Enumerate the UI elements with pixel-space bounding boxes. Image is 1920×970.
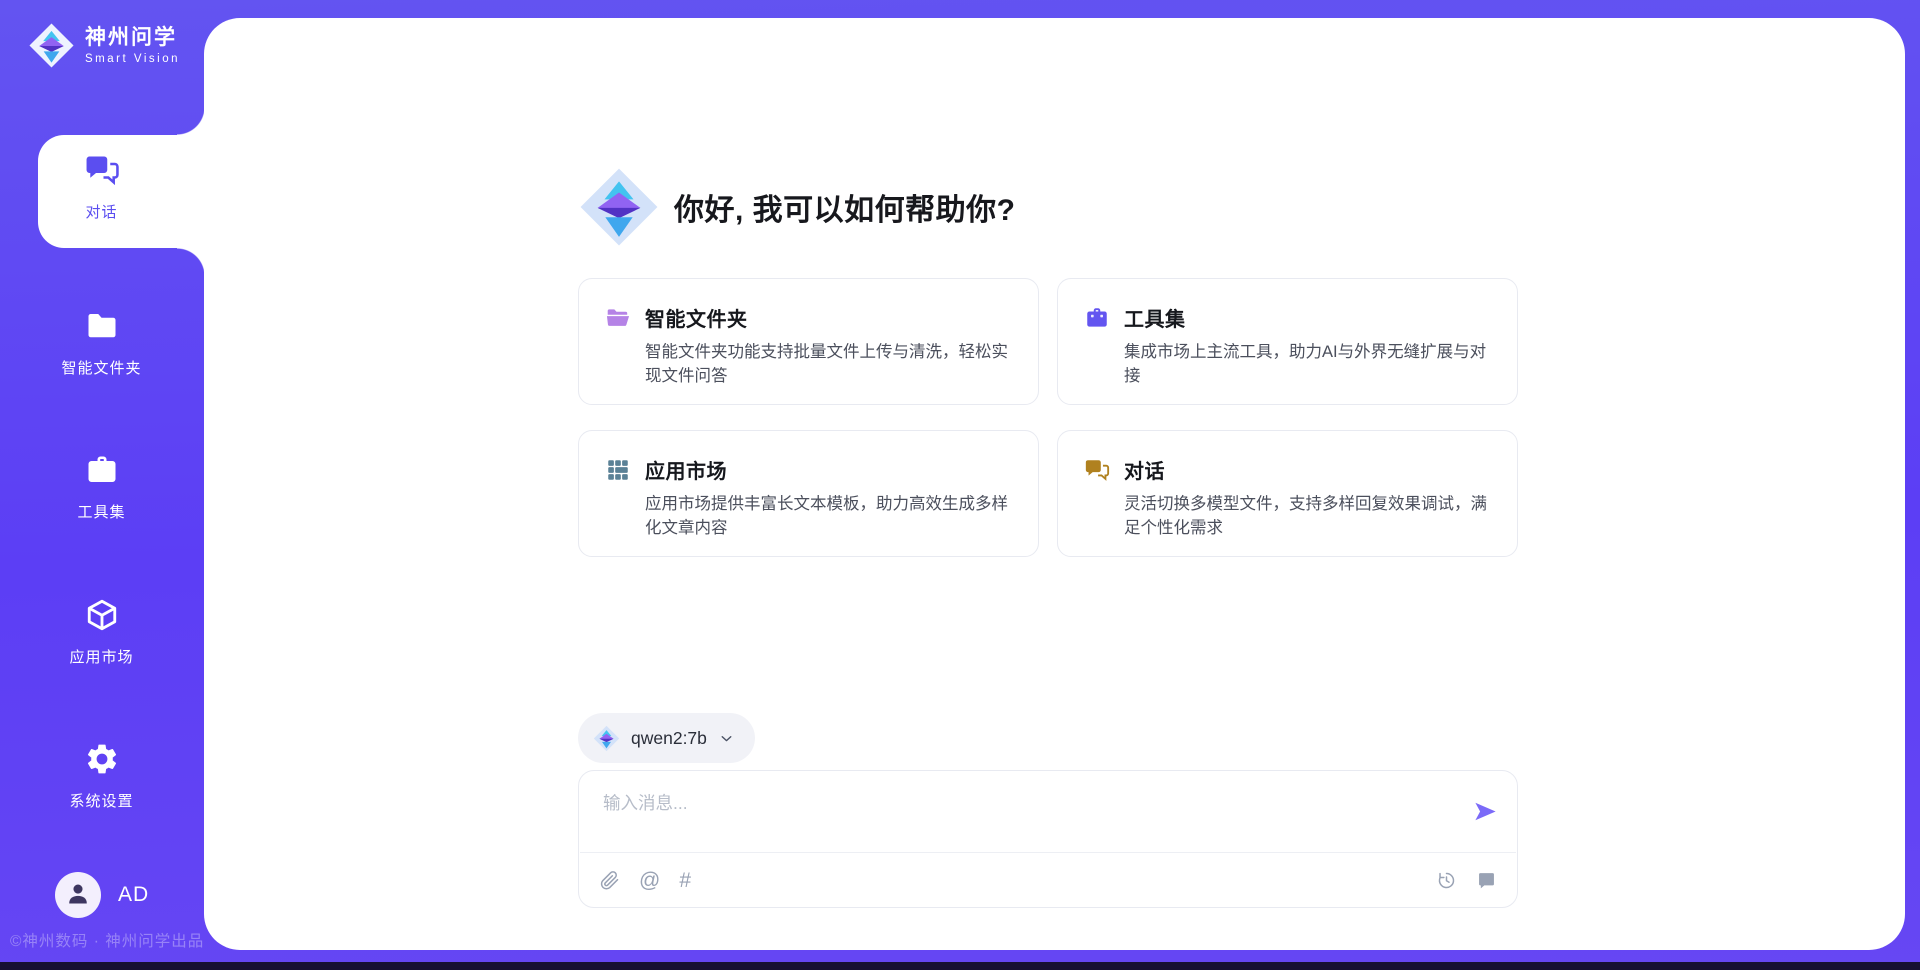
message-input[interactable] [601, 785, 1451, 821]
avatar [55, 872, 101, 918]
sidebar-item-chat[interactable]: 对话 [0, 152, 203, 222]
history-icon[interactable] [1436, 870, 1457, 891]
briefcase-icon [84, 475, 120, 492]
gear-icon [84, 764, 120, 781]
briefcase-icon [1084, 305, 1110, 331]
main-panel: 你好, 我可以如何帮助你? 智能文件夹 智能文件夹功能支持批量文件上传与清洗，轻… [204, 18, 1905, 950]
brand-diamond-icon [593, 725, 620, 752]
card-app-market[interactable]: 应用市场 应用市场提供丰富长文本模板，助力高效生成多样化文章内容 [578, 430, 1039, 557]
brand-diamond-icon [28, 22, 75, 69]
sidebar-item-label: 智能文件夹 [0, 357, 203, 378]
grid-icon [605, 457, 631, 483]
paperclip-icon[interactable] [599, 870, 620, 891]
copyright-footer: ©神州数码 · 神州问学出品 [10, 929, 204, 951]
card-title: 工具集 [1124, 303, 1186, 332]
at-icon[interactable]: @ [639, 870, 660, 891]
brand-name: 神州问学 [85, 26, 180, 50]
chat-icon [84, 175, 120, 192]
brand-diamond-icon [578, 166, 660, 248]
model-selector[interactable]: qwen2:7b [578, 713, 755, 763]
card-title: 对话 [1124, 455, 1165, 484]
card-description: 集成市场上主流工具，助力AI与外界无缝扩展与对接 [1084, 341, 1491, 389]
sidebar-item-app-market[interactable]: 应用市场 [0, 597, 203, 667]
card-description: 应用市场提供丰富长文本模板，助力高效生成多样化文章内容 [605, 493, 1012, 541]
sidebar-item-smart-folder[interactable]: 智能文件夹 [0, 308, 203, 378]
send-icon [1472, 798, 1499, 825]
message-composer: @ # [578, 770, 1518, 908]
chat-icon [1084, 457, 1110, 483]
folder-icon [84, 331, 120, 348]
model-name: qwen2:7b [631, 728, 707, 749]
welcome-header: 你好, 我可以如何帮助你? [578, 165, 1016, 249]
chevron-down-icon [718, 730, 735, 747]
brand: 神州问学 Smart Vision [28, 22, 180, 69]
feature-cards: 智能文件夹 智能文件夹功能支持批量文件上传与清洗，轻松实现文件问答 工具集 集 [578, 278, 1518, 557]
folder-open-icon [605, 305, 631, 331]
user-profile[interactable]: AD [55, 872, 149, 918]
card-title: 应用市场 [645, 455, 727, 484]
card-chat[interactable]: 对话 灵活切换多模型文件，支持多样回复效果调试，满足个性化需求 [1057, 430, 1518, 557]
sidebar-item-settings[interactable]: 系统设置 [0, 741, 203, 811]
chat-square-icon[interactable] [1476, 870, 1497, 891]
cube-icon [84, 620, 120, 637]
sidebar-item-label: 工具集 [0, 501, 203, 522]
bottom-edge-bar [0, 962, 1920, 970]
sidebar-item-label: 应用市场 [0, 646, 203, 667]
user-name: AD [118, 883, 149, 907]
person-icon [64, 879, 92, 912]
greeting-title: 你好, 我可以如何帮助你? [674, 185, 1016, 229]
sidebar-item-label: 系统设置 [0, 790, 203, 811]
sidebar-item-label: 对话 [0, 201, 203, 222]
sidebar: 神州问学 Smart Vision 对话 智能文件夹 [0, 0, 203, 970]
card-toolset[interactable]: 工具集 集成市场上主流工具，助力AI与外界无缝扩展与对接 [1057, 278, 1518, 405]
card-description: 灵活切换多模型文件，支持多样回复效果调试，满足个性化需求 [1084, 493, 1491, 541]
send-button[interactable] [1472, 798, 1499, 825]
sidebar-item-toolset[interactable]: 工具集 [0, 452, 203, 522]
card-description: 智能文件夹功能支持批量文件上传与清洗，轻松实现文件问答 [605, 341, 1012, 389]
card-smart-folder[interactable]: 智能文件夹 智能文件夹功能支持批量文件上传与清洗，轻松实现文件问答 [578, 278, 1039, 405]
card-title: 智能文件夹 [645, 303, 748, 332]
hash-icon[interactable]: # [679, 870, 691, 891]
brand-subtitle: Smart Vision [85, 53, 180, 65]
